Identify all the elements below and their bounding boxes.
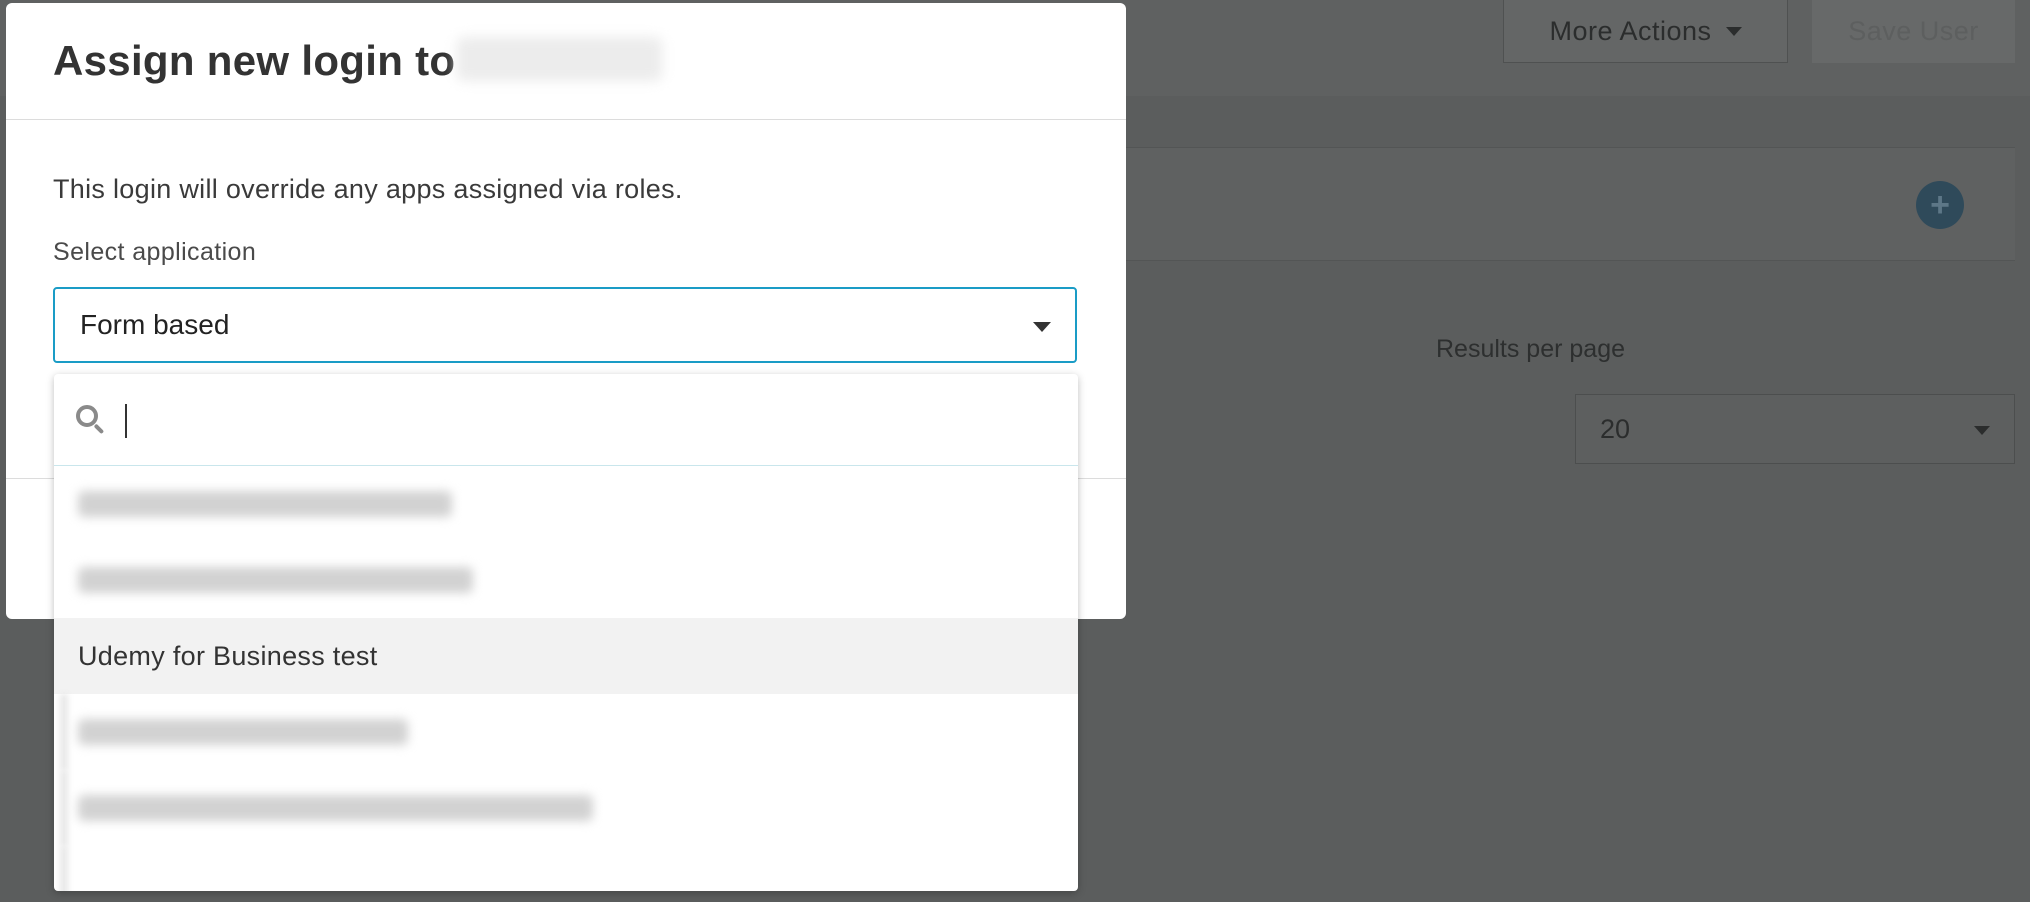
modal-body: This login will override any apps assign… (6, 120, 1126, 363)
application-dropdown: Udemy for Business test (54, 374, 1078, 891)
dropdown-option-redacted[interactable] (54, 846, 1078, 891)
redacted-user-name (457, 37, 663, 81)
results-per-page-value: 20 (1600, 413, 1631, 444)
modal-header: Assign new login to (6, 3, 1126, 120)
redacted-option-label (78, 719, 408, 745)
dropdown-search-input[interactable] (134, 399, 1014, 440)
redacted-edge (60, 694, 68, 770)
select-application-label: Select application (53, 238, 257, 266)
results-per-page-label: Results per page (1436, 335, 1626, 363)
dropdown-option-redacted[interactable] (54, 770, 1078, 846)
modal-title-text: Assign new login to (53, 37, 456, 84)
more-actions-label: More Actions (1549, 15, 1712, 46)
dropdown-option-redacted[interactable] (54, 542, 1078, 618)
search-icon (76, 404, 106, 435)
redacted-option-label (78, 795, 593, 821)
modal-title: Assign new login to (53, 37, 663, 85)
redacted-edge (60, 770, 68, 846)
dropdown-option-udemy-test[interactable]: Udemy for Business test (54, 618, 1078, 694)
dropdown-option-label: Udemy for Business test (78, 640, 378, 671)
dropdown-option-redacted[interactable] (54, 694, 1078, 770)
background-card (1120, 147, 2015, 261)
save-user-button[interactable]: Save User (1812, 0, 2015, 63)
caret-down-icon (1033, 322, 1051, 332)
add-icon[interactable]: + (1916, 181, 1964, 229)
redacted-option-label (78, 491, 452, 517)
override-notice: This login will override any apps assign… (53, 174, 683, 204)
caret-down-icon (1725, 26, 1742, 36)
dropdown-search (54, 374, 1078, 466)
text-cursor (125, 404, 127, 438)
application-select-value: Form based (80, 309, 230, 340)
more-actions-button[interactable]: More Actions (1503, 0, 1788, 63)
redacted-option-label (78, 567, 473, 593)
caret-down-icon (1974, 426, 1990, 435)
save-user-label: Save User (1848, 16, 1979, 46)
redacted-edge (60, 846, 68, 891)
results-per-page-select[interactable]: 20 (1575, 394, 2015, 464)
dropdown-option-redacted[interactable] (54, 466, 1078, 542)
application-select[interactable]: Form based (53, 287, 1077, 363)
